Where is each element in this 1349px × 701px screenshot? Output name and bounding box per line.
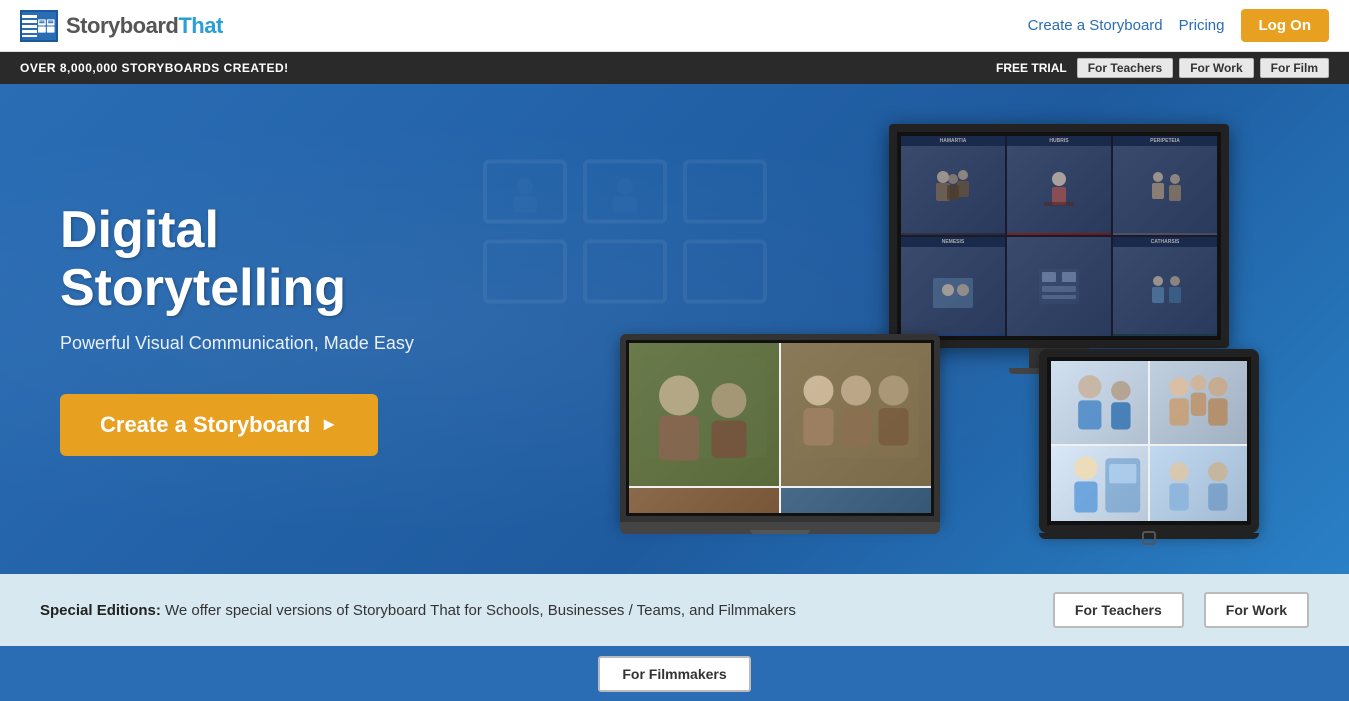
header: StoryboardThat Create a Storyboard Prici… <box>0 0 1349 52</box>
logo-text-part1: Storyboard <box>66 13 178 38</box>
monitor-cell-4: NEMESIS <box>901 237 1005 336</box>
tablet-cell-2 <box>1150 361 1247 444</box>
monitor-cell-header-1: HAMARTIA <box>901 136 1005 146</box>
hero-title-line1: Digital <box>60 201 219 259</box>
monitor-screen: HAMARTIA <box>889 124 1229 348</box>
special-editions-label: Special Editions: <box>40 602 161 619</box>
monitor-cell-img-2 <box>1007 146 1111 233</box>
tablet-bottom-bar <box>1039 533 1259 539</box>
monitor-cell-3: PERIPETEIA <box>1113 136 1217 235</box>
tablet-content <box>1051 361 1247 521</box>
laptop-base <box>620 522 940 534</box>
logo-text-part2: That <box>178 13 222 38</box>
tablet-cell-1 <box>1051 361 1148 444</box>
hero-title-line2: Storytelling <box>60 259 346 317</box>
create-storyboard-link[interactable]: Create a Storyboard <box>1028 17 1163 34</box>
monitor-cell-header-2: HUBRIS <box>1007 136 1111 146</box>
logo[interactable]: StoryboardThat <box>20 10 223 42</box>
monitor-cell-img-6 <box>1113 247 1217 334</box>
pricing-link[interactable]: Pricing <box>1179 17 1225 34</box>
monitor-cell-img-1 <box>901 146 1005 233</box>
logo-text: StoryboardThat <box>66 13 223 39</box>
monitor-cell-header-6: CATHARSIS <box>1113 237 1217 247</box>
tablet-screen <box>1039 349 1259 533</box>
for-work-trial-button[interactable]: For Work <box>1179 58 1253 78</box>
for-work-button[interactable]: For Work <box>1204 592 1309 628</box>
tablet-home-button <box>1142 531 1156 545</box>
monitor-mockup: HAMARTIA <box>889 124 1229 374</box>
special-editions-bar: Special Editions: We offer special versi… <box>0 574 1349 646</box>
monitor-cell-img-4 <box>901 247 1005 334</box>
monitor-cell-1: HAMARTIA <box>901 136 1005 235</box>
hero-subtitle: Powerful Visual Communication, Made Easy <box>60 333 560 354</box>
monitor-content: HAMARTIA <box>901 136 1217 336</box>
arrow-icon: ► <box>320 414 338 435</box>
hero-cta-label: Create a Storyboard <box>100 412 310 438</box>
logon-button[interactable]: Log On <box>1241 9 1330 42</box>
monitor-cell-header-3: PERIPETEIA <box>1113 136 1217 146</box>
monitor-cell-header-4: NEMESIS <box>901 237 1005 247</box>
hero-title: Digital Storytelling <box>60 202 560 316</box>
logo-icon <box>20 10 58 42</box>
announce-text: OVER 8,000,000 STORYBOARDS CREATED! <box>20 61 289 75</box>
tablet-mockup <box>1039 349 1259 539</box>
for-teachers-trial-button[interactable]: For Teachers <box>1077 58 1173 78</box>
monitor-cell-img-3 <box>1113 146 1217 233</box>
tablet-cell-4 <box>1150 446 1247 521</box>
bottom-bar: For Filmmakers <box>0 646 1349 701</box>
hero-section: Digital Storytelling Powerful Visual Com… <box>0 84 1349 574</box>
free-trial-label: FREE TRIAL <box>996 61 1067 75</box>
for-filmmakers-button[interactable]: For Filmmakers <box>598 656 750 692</box>
monitor-cell-2: HUBRIS <box>1007 136 1111 235</box>
announce-bar: OVER 8,000,000 STORYBOARDS CREATED! FREE… <box>0 52 1349 84</box>
hero-cta-button[interactable]: Create a Storyboard ► <box>60 394 378 456</box>
tablet-cell-3 <box>1051 446 1148 521</box>
for-film-trial-button[interactable]: For Film <box>1260 58 1329 78</box>
hero-content: Digital Storytelling Powerful Visual Com… <box>60 202 560 455</box>
monitor-cell-6: CATHARSIS <box>1113 237 1217 336</box>
monitor-cell-5 <box>1007 237 1111 336</box>
header-nav: Create a Storyboard Pricing Log On <box>1028 9 1329 42</box>
special-editions-description: We offer special versions of Storyboard … <box>165 602 796 619</box>
announce-right: FREE TRIAL For Teachers For Work For Fil… <box>996 58 1329 78</box>
special-editions-text: Special Editions: We offer special versi… <box>40 602 1033 619</box>
for-teachers-button[interactable]: For Teachers <box>1053 592 1184 628</box>
monitor-cell-img-5 <box>1007 237 1111 336</box>
